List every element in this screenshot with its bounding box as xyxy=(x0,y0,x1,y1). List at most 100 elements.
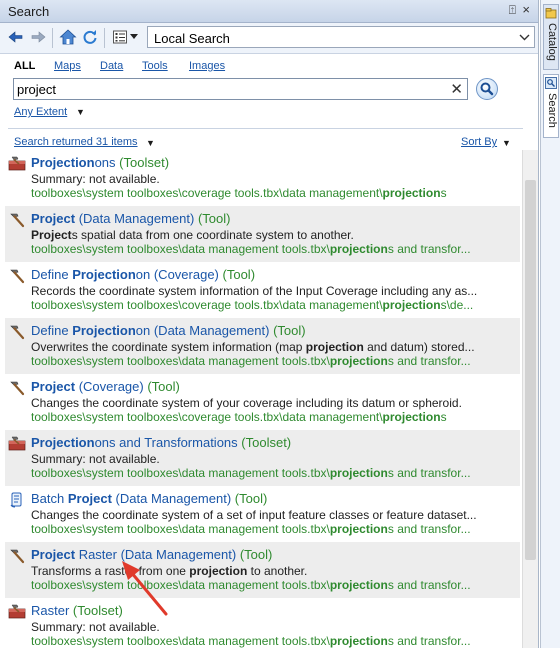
chevron-down-icon xyxy=(130,34,138,39)
toolbar-separator xyxy=(52,28,53,48)
catalog-tab-label: Catalog xyxy=(546,23,558,61)
search-input[interactable] xyxy=(17,81,442,97)
hammer-icon xyxy=(8,267,26,285)
window-title: Search xyxy=(8,4,50,19)
result-name[interactable]: Batch Project (Data Management) xyxy=(31,491,231,506)
result-path: toolboxes\system toolboxes\data manageme… xyxy=(31,466,471,480)
result-path: toolboxes\system toolboxes\data manageme… xyxy=(31,522,471,536)
side-tab-strip: Catalog Search xyxy=(540,0,560,648)
extent-link[interactable]: Any Extent xyxy=(14,106,67,118)
title-bar: Search ⍐ × xyxy=(0,0,538,23)
vertical-scrollbar[interactable] xyxy=(522,150,538,648)
result-path: toolboxes\system toolboxes\data manageme… xyxy=(31,242,471,256)
toolbar: Local Search xyxy=(0,23,538,54)
magnifier-icon xyxy=(480,82,494,96)
chevron-down-icon[interactable]: ▼ xyxy=(146,138,155,148)
result-item[interactable]: Projectionons and Transformations (Tools… xyxy=(5,430,520,486)
result-type: (Toolset) xyxy=(72,603,123,618)
result-item[interactable]: Project Raster (Data Management) (Tool) T… xyxy=(5,542,520,598)
divider xyxy=(8,128,523,129)
result-description: Transforms a raster from one projection … xyxy=(31,564,308,578)
search-tab[interactable]: Search xyxy=(543,74,559,138)
pin-icon[interactable]: ⍐ xyxy=(509,3,516,18)
result-description: Projects spatial data from one coordinat… xyxy=(31,228,354,242)
search-tab-icon xyxy=(545,77,557,89)
tab-data[interactable]: Data xyxy=(100,60,123,72)
toolbar-separator xyxy=(104,28,105,48)
tab-all[interactable]: ALL xyxy=(14,60,35,72)
result-path: toolboxes\system toolboxes\data manageme… xyxy=(31,634,471,648)
search-box: ✕ xyxy=(13,78,468,100)
forward-arrow-icon xyxy=(31,31,46,43)
refresh-icon xyxy=(83,30,97,44)
tab-maps[interactable]: Maps xyxy=(54,60,81,72)
result-description: Changes the coordinate system of your co… xyxy=(31,396,462,410)
forward-button[interactable] xyxy=(28,27,48,47)
result-name[interactable]: Projectionons xyxy=(31,155,116,170)
result-path: toolboxes\system toolboxes\data manageme… xyxy=(31,354,471,368)
result-title[interactable]: Raster (Toolset) xyxy=(31,603,123,618)
result-title[interactable]: Project Raster (Data Management) (Tool) xyxy=(31,547,272,562)
refresh-button[interactable] xyxy=(80,27,100,47)
result-type: (Tool) xyxy=(222,267,256,282)
hammer-icon xyxy=(8,547,26,565)
result-path: toolboxes\system toolboxes\coverage tool… xyxy=(31,186,447,200)
result-name[interactable]: Project (Coverage) xyxy=(31,379,144,394)
search-tab-label: Search xyxy=(546,93,558,128)
toolset-icon xyxy=(8,155,26,173)
result-item[interactable]: Project (Data Management) (Tool) Projects… xyxy=(5,206,520,262)
view-options-dropdown[interactable] xyxy=(128,27,140,47)
result-title[interactable]: Batch Project (Data Management) (Tool) xyxy=(31,491,267,506)
location-value: Local Search xyxy=(154,31,230,46)
result-title[interactable]: Projectionons (Toolset) xyxy=(31,155,169,170)
result-path: toolboxes\system toolboxes\data manageme… xyxy=(31,578,471,592)
result-type: (Tool) xyxy=(273,323,306,338)
result-title[interactable]: Define Projectionon (Coverage) (Tool) xyxy=(31,267,255,282)
tab-images[interactable]: Images xyxy=(189,60,225,72)
back-button[interactable] xyxy=(6,27,26,47)
catalog-tab[interactable]: Catalog xyxy=(543,4,559,70)
result-name[interactable]: Projectionons and Transformations xyxy=(31,435,238,450)
result-description: Summary: not available. xyxy=(31,452,160,466)
hammer-icon xyxy=(8,379,26,397)
result-item[interactable]: Define Projectionon (Data Management) (T… xyxy=(5,318,520,374)
list-view-icon xyxy=(113,30,127,44)
view-options-button[interactable] xyxy=(110,27,130,47)
result-item[interactable]: Define Projectionon (Coverage) (Tool) Rec… xyxy=(5,262,520,318)
result-type: (Tool) xyxy=(234,491,268,506)
scrollbar-thumb[interactable] xyxy=(525,180,536,560)
result-title[interactable]: Define Projectionon (Data Management) (T… xyxy=(31,323,306,338)
close-icon[interactable]: × xyxy=(522,2,530,17)
result-item[interactable]: Raster (Toolset) Summary: not available. t… xyxy=(5,598,520,648)
sort-by-link[interactable]: Sort By xyxy=(461,136,497,148)
result-type: (Toolset) xyxy=(241,435,292,450)
result-item[interactable]: Project (Coverage) (Tool) Changes the coo… xyxy=(5,374,520,430)
result-description: Summary: not available. xyxy=(31,620,160,634)
result-description: Changes the coordinate system of a set o… xyxy=(31,508,477,522)
result-name[interactable]: Define Projectionon (Data Management) xyxy=(31,323,269,338)
tab-tools[interactable]: Tools xyxy=(142,60,168,72)
hammer-icon xyxy=(8,323,26,341)
hammer-icon xyxy=(8,211,26,229)
result-name[interactable]: Raster xyxy=(31,603,69,618)
catalog-icon xyxy=(545,8,557,19)
chevron-down-icon[interactable]: ▼ xyxy=(502,138,511,148)
result-title[interactable]: Project (Coverage) (Tool) xyxy=(31,379,180,394)
results-count-link[interactable]: Search returned 31 items xyxy=(14,136,138,148)
clear-icon[interactable]: ✕ xyxy=(450,80,463,98)
result-name[interactable]: Project (Data Management) xyxy=(31,211,194,226)
search-go-button[interactable] xyxy=(476,78,498,100)
result-title[interactable]: Projectionons and Transformations (Tools… xyxy=(31,435,291,450)
result-title[interactable]: Project (Data Management) (Tool) xyxy=(31,211,230,226)
chevron-down-icon[interactable]: ▼ xyxy=(76,107,85,117)
result-path: toolboxes\system toolboxes\coverage tool… xyxy=(31,298,474,312)
home-button[interactable] xyxy=(58,27,78,47)
result-item[interactable]: Batch Project (Data Management) (Tool) Ch… xyxy=(5,486,520,542)
result-name[interactable]: Define Projectionon (Coverage) xyxy=(31,267,219,282)
result-item[interactable]: Projectionons (Toolset) Summary: not avai… xyxy=(5,150,520,206)
result-type: (Tool) xyxy=(147,379,180,394)
location-select[interactable]: Local Search xyxy=(147,26,535,48)
result-name[interactable]: Project Raster (Data Management) xyxy=(31,547,236,562)
chevron-down-icon xyxy=(519,30,530,47)
result-type: (Tool) xyxy=(239,547,273,562)
